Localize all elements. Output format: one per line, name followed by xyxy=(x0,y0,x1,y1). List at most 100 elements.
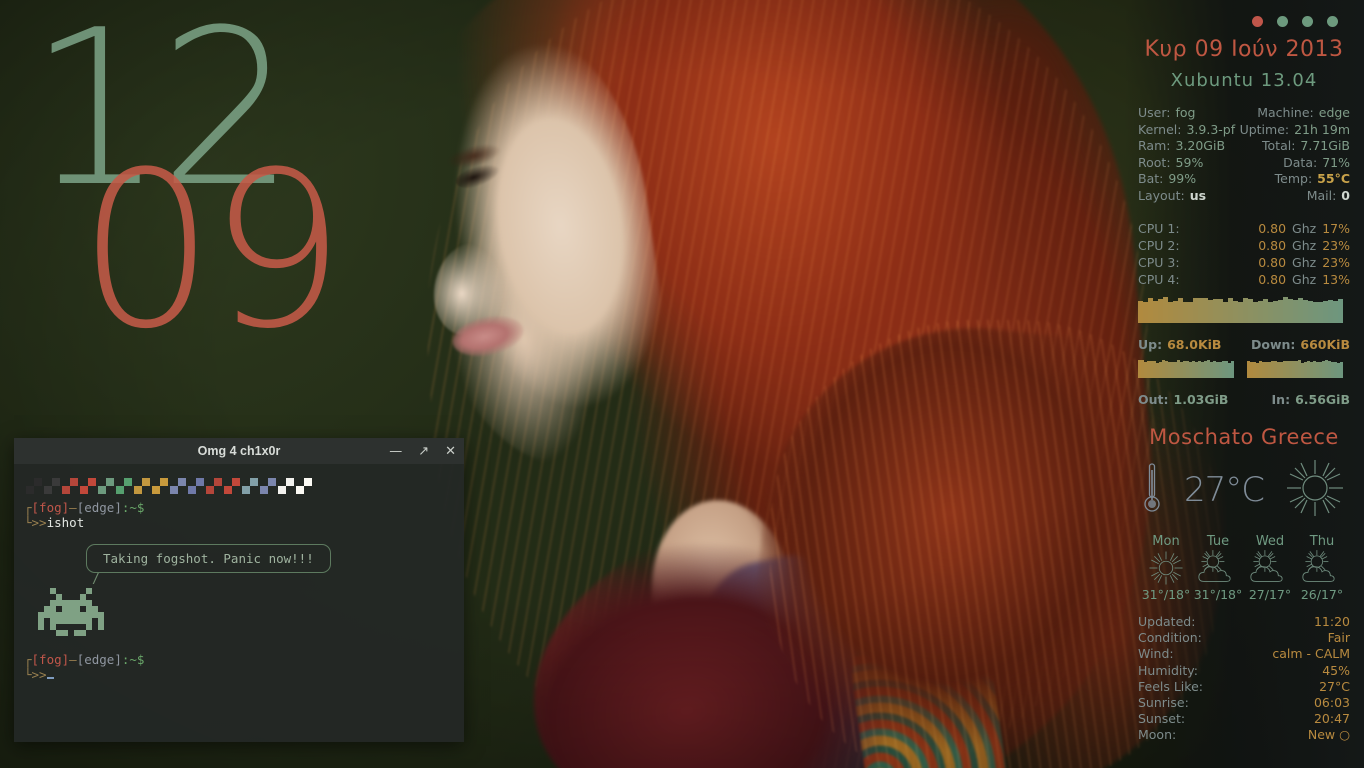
minimize-icon[interactable]: — xyxy=(389,445,402,458)
system-info-row: Layout: us Mail: 0 xyxy=(1138,188,1350,205)
workspace-dot-1[interactable] xyxy=(1252,16,1263,27)
system-info-value: edge xyxy=(1318,105,1350,120)
prompt-user-2: [fog] xyxy=(31,652,70,667)
sun-cloud-icon xyxy=(1296,549,1348,587)
system-info-cell: Bat: 99% xyxy=(1138,171,1196,188)
cpu-frequency-unit: Ghz xyxy=(1292,255,1317,270)
cpu-row: CPU 3: 0.80 Ghz 23% xyxy=(1138,254,1350,271)
weather-detail-value: Fair xyxy=(1327,630,1350,646)
system-info-value: 59% xyxy=(1175,154,1204,170)
system-info-row: User: fog Machine: edge xyxy=(1138,105,1350,122)
system-info-value: 3.9.3-pf xyxy=(1186,121,1236,137)
cpu-percent: 17% xyxy=(1322,221,1350,236)
cpu-values: 0.80 Ghz 23% xyxy=(1258,237,1350,254)
palette-swatch xyxy=(134,478,150,494)
workspace-dot-2[interactable] xyxy=(1277,16,1288,27)
prompt-dash-2: — xyxy=(69,652,77,667)
system-info-value: 99% xyxy=(1168,171,1197,186)
terminal-body[interactable]: ┌[fog]—[edge]:~$ └>>ishot Taking fogshot… xyxy=(14,464,464,742)
system-info-cell: Data: 71% xyxy=(1283,155,1350,172)
network-graphs xyxy=(1138,360,1350,378)
forecast-high-low: 27/17° xyxy=(1248,587,1292,602)
network-down-value: 660KiB xyxy=(1300,337,1350,352)
forecast-day-label: Wed xyxy=(1255,534,1285,549)
system-info-row: Bat: 99% Temp: 55°C xyxy=(1138,171,1350,188)
speech-bubble: Taking fogshot. Panic now!!! xyxy=(86,544,331,573)
system-info-cell: Layout: us xyxy=(1138,188,1206,205)
palette-swatch xyxy=(116,478,132,494)
prompt-close-1: └ xyxy=(24,515,32,530)
cpu-frequency: 0.80 xyxy=(1258,255,1287,270)
system-info-key: Kernel: xyxy=(1138,121,1182,137)
weather-detail-key: Condition: xyxy=(1138,630,1202,646)
weather-detail-value: 06:03 xyxy=(1313,695,1350,711)
system-info-value: 0 xyxy=(1341,187,1350,203)
close-icon[interactable]: ✕ xyxy=(445,445,456,458)
cpu-label: CPU 2: xyxy=(1138,238,1180,253)
forecast-high-low: 31°/18° xyxy=(1141,587,1191,602)
space-invader-ascii-art xyxy=(38,588,454,636)
sun-cloud-icon xyxy=(1244,549,1296,587)
weather-detail-row: Condition: Fair xyxy=(1138,630,1350,646)
terminal-window[interactable]: Omg 4 ch1x0r — ↗ ✕ ┌[fog]—[edge]:~$ └>>i… xyxy=(14,438,464,742)
workspace-dot-3[interactable] xyxy=(1302,16,1313,27)
maximize-icon[interactable]: ↗ xyxy=(418,445,429,458)
cpu-row: CPU 4: 0.80 Ghz 13% xyxy=(1138,271,1350,288)
system-info-key: Ram: xyxy=(1138,138,1171,153)
cpu-frequency: 0.80 xyxy=(1258,221,1287,236)
network-up-label: Up: xyxy=(1138,337,1163,352)
palette-swatch xyxy=(206,478,222,494)
prompt-tail-2: :~$ xyxy=(121,652,145,667)
sun-icon xyxy=(1284,457,1346,522)
system-info-value: us xyxy=(1189,187,1207,203)
window-controls: — ↗ ✕ xyxy=(389,438,456,464)
desktop-clock: 12 09 xyxy=(0,0,346,380)
palette-swatch xyxy=(62,478,78,494)
graph-bar xyxy=(1231,361,1234,378)
workspace-dot-4[interactable] xyxy=(1327,16,1338,27)
palette-swatch xyxy=(44,478,60,494)
system-info-value: fog xyxy=(1175,105,1196,120)
prompt-host-2: [edge] xyxy=(76,652,122,667)
network-total-row: Out: 1.03GiB In: 6.56GiB xyxy=(1138,392,1350,407)
weather-detail-key: Feels Like: xyxy=(1138,678,1203,694)
system-info-value: 7.71GiB xyxy=(1300,138,1350,153)
weather-detail-value: 27°C xyxy=(1319,678,1350,694)
system-info-cell: Machine: edge xyxy=(1257,105,1350,122)
prompt-arrow-1: >> xyxy=(31,515,47,530)
network-down-label: Down: xyxy=(1250,337,1296,352)
cpu-frequency: 0.80 xyxy=(1258,238,1287,253)
weather-detail-key: Sunrise: xyxy=(1138,695,1189,711)
network-out-value: 1.03GiB xyxy=(1173,392,1229,407)
forecast-high-low: 26/17° xyxy=(1300,587,1344,602)
terminal-cursor xyxy=(46,677,54,679)
palette-swatch xyxy=(260,478,276,494)
system-info-value: 55°C xyxy=(1317,171,1350,186)
prompt-open: ┌ xyxy=(24,500,32,515)
system-info-row: Kernel: 3.9.3-pf Uptime: 21h 19m xyxy=(1138,122,1350,139)
current-temperature: 27°C xyxy=(1183,469,1265,510)
system-info-cell: Temp: 55°C xyxy=(1275,171,1350,188)
terminal-command: ishot xyxy=(46,515,85,530)
weather-forecast: Mon 31°/18° Tue 31°/18° Wed 27/17° Thu 26/17° xyxy=(1138,534,1350,602)
command-line-2[interactable]: └>> xyxy=(24,667,454,682)
system-info-cell: Kernel: 3.9.3-pf xyxy=(1138,122,1235,139)
prompt-open-2: ┌ xyxy=(24,652,32,667)
terminal-titlebar[interactable]: Omg 4 ch1x0r — ↗ ✕ xyxy=(14,438,464,464)
weather-detail-value: calm - CALM xyxy=(1272,646,1350,662)
speech-bubble-tail: / xyxy=(92,572,100,587)
workspace-indicator-dots[interactable] xyxy=(1138,16,1350,27)
network-speed-row: Up: 68.0KiB Down: 660KiB xyxy=(1138,337,1350,352)
cpu-frequency-unit: Ghz xyxy=(1292,238,1317,253)
palette-swatch xyxy=(224,478,240,494)
weather-detail-row: Sunset: 20:47 xyxy=(1138,711,1350,727)
system-info-cell: Ram: 3.20GiB xyxy=(1138,138,1225,155)
system-info-cell: User: fog xyxy=(1138,105,1195,122)
forecast-day-label: Thu xyxy=(1309,534,1335,549)
cpu-label: CPU 4: xyxy=(1138,272,1180,287)
system-info-key: Data: xyxy=(1283,154,1318,170)
prompt-host: [edge] xyxy=(76,500,122,515)
cpu-label: CPU 3: xyxy=(1138,255,1180,270)
cpu-values: 0.80 Ghz 23% xyxy=(1258,254,1350,271)
clock-minutes: 09 xyxy=(78,125,346,376)
